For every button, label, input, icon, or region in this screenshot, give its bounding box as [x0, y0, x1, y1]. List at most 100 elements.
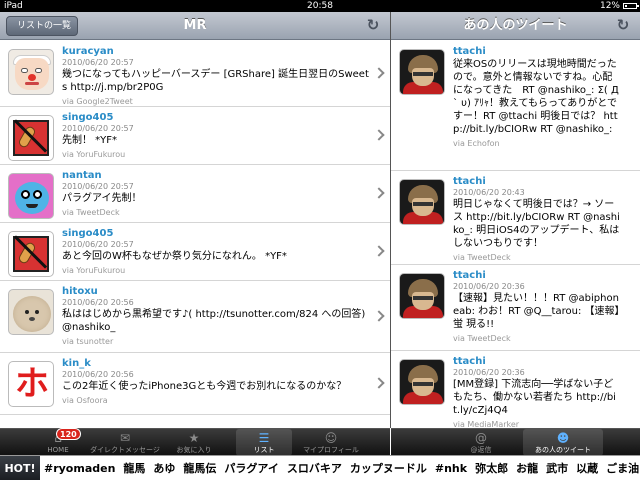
tweet-timestamp: 2010/06/20 20:57 — [62, 124, 134, 133]
tweet-username: nantan — [62, 170, 102, 181]
tab-list[interactable]: ☰ リスト — [236, 429, 292, 456]
tweet-text: 従来OSのリリースは現地時間だったので。意外と情報ないですね。心配になってきた … — [453, 59, 619, 135]
avatar[interactable]: ホ — [8, 361, 54, 407]
tweet-source: via tsunotter — [62, 337, 114, 346]
hot-tag[interactable]: #ryomaden — [44, 462, 115, 475]
tweet-text: この2年近く使ったiPhone3Gとも今週でお別れになるのかな？ — [62, 381, 347, 392]
people-icon: ☻ — [556, 431, 570, 445]
tweet-body: kuracyan 2010/06/20 20:57 幾つになってもハッピーバースデー… — [62, 45, 372, 107]
tab-envelope[interactable]: ✉ ダイレクトメッセージ — [90, 429, 160, 456]
tweet-row[interactable]: hitoxu 2010/06/20 20:56 私ははじめから黒希望です♪( htt… — [0, 281, 390, 353]
tweet-username: ttachi — [453, 46, 486, 57]
tweet-username: singo405 — [62, 112, 114, 123]
tweet-timestamp: 2010/06/20 20:43 — [453, 188, 525, 197]
person-icon: ☺ — [324, 431, 338, 445]
tweet-body: ttachi 2010/06/20 20:36 [MM登録] 下流志向──学ばない子… — [453, 355, 622, 428]
right-tweet-list[interactable]: ttachi 従来OSのリリースは現地時間だったので。意外と情報ないですね。心配に… — [391, 41, 640, 428]
avatar[interactable] — [8, 231, 54, 277]
tweet-body: ttachi 従来OSのリリースは現地時間だったので。意外と情報ないですね。心配に… — [453, 45, 622, 149]
avatar[interactable] — [399, 49, 445, 95]
tweet-source: via MediaMarker — [453, 420, 520, 428]
tweet-row[interactable]: nantan 2010/06/20 20:57 パラグアイ先制！ via TweetD… — [0, 165, 390, 223]
tweet-source: via TweetDeck — [453, 253, 511, 262]
right-tab-bar: @ @返信 ☻ あの人のツイート — [391, 428, 640, 456]
refresh-icon[interactable]: ↻ — [366, 18, 380, 33]
tweet-text: 私ははじめから黒希望です♪( http://tsunotter.com/824 … — [62, 309, 366, 333]
tweet-timestamp: 2010/06/20 20:36 — [453, 282, 525, 291]
chevron-right-icon[interactable] — [373, 377, 385, 389]
tweet-row[interactable]: kuracyan 2010/06/20 20:57 幾つになってもハッピーバースデー… — [0, 41, 390, 107]
hot-tag[interactable]: 龍馬 — [123, 462, 145, 475]
tweet-body: singo405 2010/06/20 20:57 あと今回のW杯もなぜか祭り気分に… — [62, 227, 372, 276]
tweet-timestamp: 2010/06/20 20:57 — [62, 182, 134, 191]
back-to-lists-button[interactable]: リストの一覧 — [6, 16, 79, 36]
right-navbar: あの人のツイート ↻ — [391, 12, 640, 40]
avatar[interactable] — [8, 289, 54, 335]
hot-tag[interactable]: #nhk — [435, 462, 467, 475]
tweet-username: ttachi — [453, 356, 486, 367]
hot-tag[interactable]: 以蔵 — [576, 462, 598, 475]
list-icon: ☰ — [258, 431, 270, 445]
tweet-body: ttachi 2010/06/20 20:36 【速報】見たい！！！RT @abip… — [453, 269, 622, 344]
hot-tag[interactable]: ごま油 — [606, 462, 639, 475]
tweet-row[interactable]: ttachi 従来OSのリリースは現地時間だったので。意外と情報ないですね。心配に… — [391, 41, 640, 171]
hot-tag[interactable]: パラグアイ — [224, 462, 278, 475]
tweet-row[interactable]: ttachi 2010/06/20 20:36 [MM登録] 下流志向──学ばない子… — [391, 351, 640, 428]
left-tab-bar: ⌂HOME✉ダイレクトメッセージ★お気に入り☰リスト☺マイプロフィール120 — [0, 428, 390, 456]
clock: 20:58 — [307, 1, 333, 11]
hot-tag[interactable]: 龍馬伝 — [183, 462, 216, 475]
tweet-row[interactable]: ttachi 2010/06/20 20:43 明日じゃなくて明後日では？→ ソース… — [391, 171, 640, 265]
tweet-text: 先制！ *YF* — [62, 135, 118, 146]
tab-star[interactable]: ★ お気に入り — [164, 429, 224, 456]
chevron-right-icon[interactable] — [373, 245, 385, 257]
chevron-right-icon[interactable] — [373, 310, 385, 322]
tweet-source: via Osfoora — [62, 396, 108, 405]
tweet-text: 明日じゃなくて明後日では？→ ソース http://bit.ly/bCIORw … — [453, 199, 620, 249]
battery-icon — [623, 3, 639, 9]
tab-label: リスト — [253, 446, 275, 454]
chevron-right-icon[interactable] — [373, 67, 385, 79]
tab-people[interactable]: ☻ あの人のツイート — [523, 429, 603, 456]
tweet-source: via YoruFukurou — [62, 266, 126, 275]
tweet-source: via TweetDeck — [62, 208, 120, 217]
chevron-right-icon[interactable] — [373, 187, 385, 199]
avatar[interactable] — [399, 359, 445, 405]
tweet-row[interactable]: ttachi 2010/06/20 20:36 【速報】見たい！！！RT @abip… — [391, 265, 640, 351]
tweet-source: via TweetDeck — [453, 334, 511, 343]
avatar[interactable] — [8, 115, 54, 161]
tweet-row[interactable]: ホ kin_k 2010/06/20 20:56 この2年近く使ったiPhone3Gと… — [0, 353, 390, 415]
tab-label: ダイレクトメッセージ — [90, 446, 160, 454]
hot-label: HOT! — [0, 456, 40, 480]
tweet-username: ttachi — [453, 270, 486, 281]
tab-person[interactable]: ☺ マイプロフィール — [296, 429, 366, 456]
hot-tag[interactable]: スロバキア — [287, 462, 342, 475]
hot-tag[interactable]: 武市 — [546, 462, 568, 475]
app-window: iPad 20:58 12% MR リストの一覧 ↻ あの人のツイート ↻ ku… — [0, 0, 640, 480]
tweet-timestamp: 2010/06/20 20:56 — [62, 298, 134, 307]
hot-tag[interactable]: 弥太郎 — [475, 462, 508, 475]
hot-tag[interactable]: カップヌードル — [350, 462, 427, 475]
tweet-source: via Google2Tweet — [62, 97, 133, 106]
tweet-row[interactable]: singo405 2010/06/20 20:57 あと今回のW杯もなぜか祭り気分に… — [0, 223, 390, 281]
avatar[interactable] — [8, 49, 54, 95]
at-reply-icon: @ — [475, 431, 487, 445]
unread-badge: 120 — [56, 428, 81, 440]
tweet-row[interactable]: singo405 2010/06/20 20:57 先制！ *YF* via Yoru… — [0, 107, 390, 165]
tab-label: あの人のツイート — [535, 446, 591, 454]
battery-percent: 12% — [599, 1, 620, 11]
tweet-source: via Echofon — [453, 139, 500, 148]
tweet-text: あと今回のW杯もなぜか祭り気分になれん。 *YF* — [62, 251, 287, 262]
hot-tags: #ryomaden 龍馬 あゆ 龍馬伝 パラグアイ スロバキア カップヌードル #nhk 弥太郎… — [44, 456, 640, 480]
hot-tag[interactable]: あゆ — [153, 462, 175, 475]
tab-at-reply[interactable]: @ @返信 — [451, 429, 511, 456]
hot-tag[interactable]: お龍 — [516, 462, 538, 475]
tweet-timestamp: 2010/06/20 20:57 — [62, 58, 134, 67]
left-tweet-list[interactable]: kuracyan 2010/06/20 20:57 幾つになってもハッピーバースデー… — [0, 41, 390, 428]
avatar[interactable] — [399, 179, 445, 225]
tweet-timestamp: 2010/06/20 20:57 — [62, 240, 134, 249]
avatar[interactable] — [8, 173, 54, 219]
refresh-icon[interactable]: ↻ — [616, 18, 630, 33]
chevron-right-icon[interactable] — [373, 129, 385, 141]
tab-label: お気に入り — [176, 446, 212, 454]
avatar[interactable] — [399, 273, 445, 319]
